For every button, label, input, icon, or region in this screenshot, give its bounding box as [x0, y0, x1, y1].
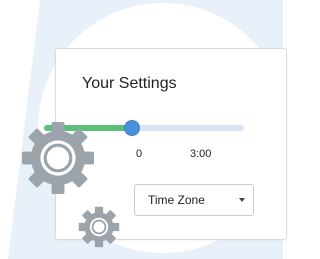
page-title: Your Settings [82, 75, 177, 92]
slider-value-label: 3:00 [190, 148, 212, 160]
gear-icon [22, 122, 94, 194]
caret-down-icon [239, 198, 245, 202]
gear-icon [78, 206, 120, 248]
time-zone-value: Time Zone [148, 193, 205, 207]
slider-min-label: 0 [136, 148, 143, 160]
time-zone-select[interactable]: Time Zone [134, 184, 254, 216]
time-slider-thumb[interactable] [124, 120, 140, 136]
